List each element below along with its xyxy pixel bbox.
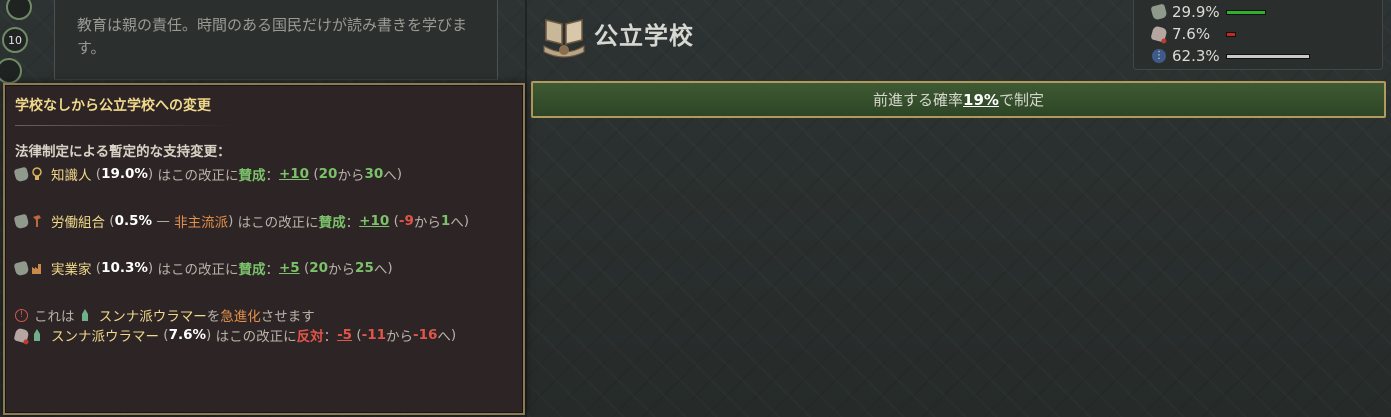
support-row-for[interactable]: 29.9% [1150, 2, 1266, 22]
ig-faction: 非主流派 [174, 215, 229, 231]
opp-delta: -5 [337, 327, 353, 343]
ig-kara: から [337, 168, 365, 184]
support-for-bar [1226, 9, 1266, 15]
minaret-icon [34, 329, 40, 341]
enact-prefix: 前進する確率 [873, 91, 964, 109]
opp-mid-text: はこの改正に [215, 329, 297, 345]
ig-from: -9 [398, 213, 414, 229]
factory-icon [32, 264, 41, 274]
ig-kara: から [328, 262, 356, 278]
thumbs-up-icon [1150, 3, 1168, 21]
opp-stance: 反対 [296, 329, 324, 345]
radicalize-line[interactable]: ! これは スンナ派ウラマー を 急進化 させます [15, 305, 513, 325]
opp-to: -16 [413, 327, 438, 343]
ig-name: 労働組合 [51, 215, 105, 231]
support-for-value: 29.9% [1172, 3, 1220, 21]
ig-kara: から [413, 215, 441, 231]
lightbulb-icon [32, 167, 42, 180]
support-row-against[interactable]: 7.6% [1150, 24, 1236, 44]
ig-share: 19.0% [101, 166, 148, 182]
support-row-neutral[interactable]: ⋮ 62.3% [1152, 46, 1310, 66]
hammer-icon [33, 215, 41, 227]
ig-share: 0.5% [114, 213, 153, 229]
ig-colon: ： [345, 215, 360, 231]
tooltip-separator [15, 125, 235, 126]
thumbs-up-icon [13, 166, 30, 182]
ig-mid-text: はこの改正に [157, 262, 239, 278]
ig-delta: +10 [278, 166, 310, 182]
opp-colon: ： [323, 329, 338, 345]
tooltip-title: 学校なしから公立学校への変更 [15, 98, 211, 114]
ig-stance: 賛成 [238, 262, 266, 278]
opp-from: -11 [361, 327, 387, 343]
ig-name: 実業家 [51, 262, 92, 278]
ig-stance: 賛成 [318, 215, 346, 231]
opposition-line[interactable]: スンナ派ウラマー (7.6%) はこの改正に 反対 ： -5 (-11 から -16… [13, 325, 513, 345]
support-against-bar [1226, 31, 1236, 37]
ig-from: 20 [318, 166, 338, 182]
support-neutral-bar [1226, 53, 1310, 59]
law-change-tooltip: 学校なしから公立学校への変更 法律制定による暫定的な支持変更： 知識人 (19.… [3, 83, 525, 415]
ig-mid-text: はこの改正に [157, 168, 239, 184]
minaret-icon [81, 309, 88, 321]
thumbs-up-icon [13, 260, 30, 276]
ig-he: へ [373, 262, 388, 278]
law-title: 公立学校 [594, 22, 694, 50]
interest-group-line-intelligentsia[interactable]: 知識人 (19.0%) はこの改正に 賛成 ： +10 (20 から 30 へ) [13, 164, 513, 184]
ig-he: へ [383, 168, 397, 184]
bottom-circle-icon[interactable] [0, 58, 22, 84]
opp-kara: から [386, 329, 414, 345]
ig-colon: ： [265, 168, 279, 184]
info-icon: ⋮ [1152, 49, 1166, 63]
ig-colon: ： [265, 262, 279, 278]
opp-he: へ [437, 329, 451, 345]
left-icon-strip: 10 [0, 0, 54, 90]
top-circle-icon[interactable] [6, 0, 32, 20]
thumbs-down-icon [1150, 25, 1168, 43]
thumbs-up-icon [13, 213, 30, 229]
law-description-panel: 教育は親の責任。時間のある国民だけが読み書きを学びます。 [54, 0, 498, 80]
ig-delta: +5 [278, 260, 300, 276]
ig-from: 20 [309, 260, 329, 276]
law-description-text: 教育は親の責任。時間のある国民だけが読み書きを学びます。 [77, 16, 468, 57]
radical-post: させます [260, 309, 315, 325]
ig-mid-text: はこの改正に [237, 215, 319, 231]
ig-delta: +10 [359, 213, 390, 229]
count-badge-label: 10 [8, 33, 22, 47]
support-neutral-value: 62.3% [1172, 47, 1220, 65]
opp-share: 7.6% [168, 327, 207, 343]
ig-to: 30 [364, 166, 384, 182]
enact-suffix: で制定 [998, 91, 1044, 109]
opp-name: スンナ派ウラマー [51, 329, 159, 345]
enact-chance: 19% [963, 90, 999, 109]
tooltip-heading: 法律制定による暫定的な支持変更： [15, 144, 231, 160]
ig-he: へ [450, 215, 464, 231]
warning-icon: ! [15, 308, 28, 322]
ig-to: 25 [355, 260, 374, 276]
radical-pre: これは [34, 309, 75, 325]
support-against-value: 7.6% [1172, 25, 1211, 43]
interest-group-line-trade-unions[interactable]: 労働組合 (0.5% — 非主流派) はこの改正に 賛成 ： +10 (-9 から… [13, 211, 513, 231]
support-summary: 29.9% 7.6% ⋮ 62.3% [1133, 0, 1383, 70]
ig-stance: 賛成 [238, 168, 266, 184]
enact-law-button[interactable]: 前進する確率 19% で制定 [531, 81, 1386, 118]
radical-wo: を [206, 309, 221, 325]
radical-action: 急進化 [220, 309, 261, 325]
ig-dash: — [156, 213, 170, 229]
count-badge[interactable]: 10 [2, 27, 28, 53]
interest-group-line-industrialists[interactable]: 実業家 (10.3%) はこの改正に 賛成 ： +5 (20 から 25 へ) [13, 258, 513, 278]
ig-share: 10.3% [101, 260, 148, 276]
books-hand-icon [543, 19, 585, 58]
panel-divider [525, 0, 527, 417]
ig-to: 1 [440, 213, 451, 229]
ig-name: 知識人 [51, 168, 92, 184]
thumbs-down-icon [13, 327, 30, 343]
radical-movement: スンナ派ウラマー [98, 309, 207, 325]
